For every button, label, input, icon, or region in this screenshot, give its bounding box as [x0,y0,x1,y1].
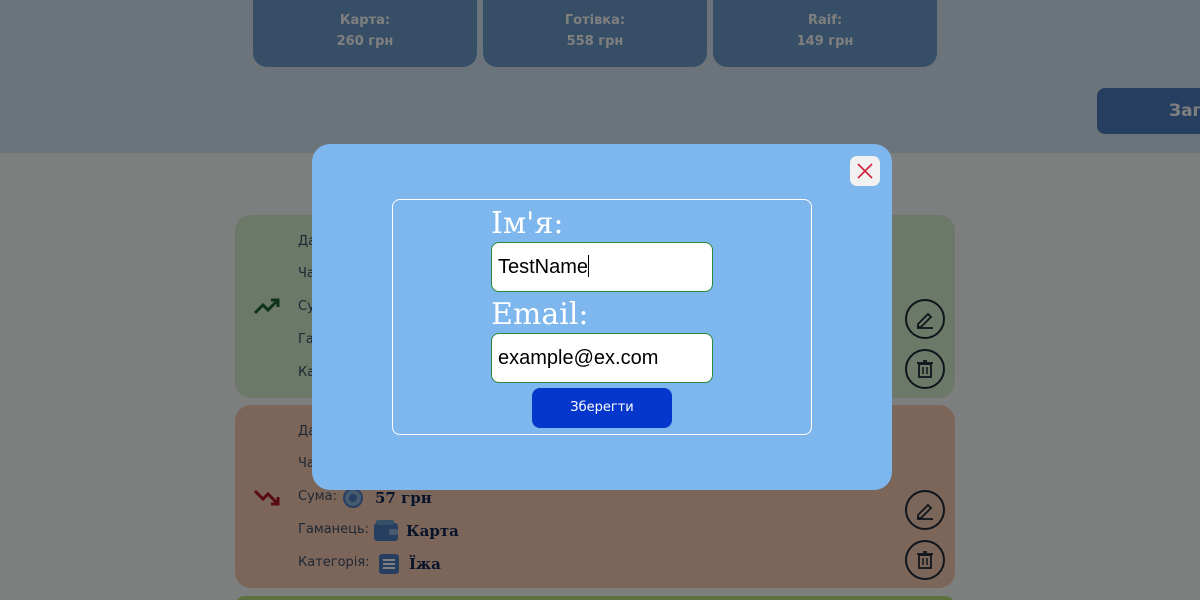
name-input-value: TestName [498,256,589,278]
save-button[interactable]: Зберегти [532,388,672,428]
profile-modal: Ім'я: TestName Email: example@ex.com Збе… [312,144,892,490]
text-caret [588,255,590,277]
profile-form: Ім'я: TestName Email: example@ex.com Збе… [392,199,812,435]
close-icon [857,163,873,179]
email-label: Email: [491,297,589,332]
name-input[interactable]: TestName [491,242,713,292]
email-input[interactable]: example@ex.com [491,333,713,383]
name-label: Ім'я: [491,206,564,241]
email-input-value: example@ex.com [498,347,659,369]
close-button[interactable] [850,156,880,186]
